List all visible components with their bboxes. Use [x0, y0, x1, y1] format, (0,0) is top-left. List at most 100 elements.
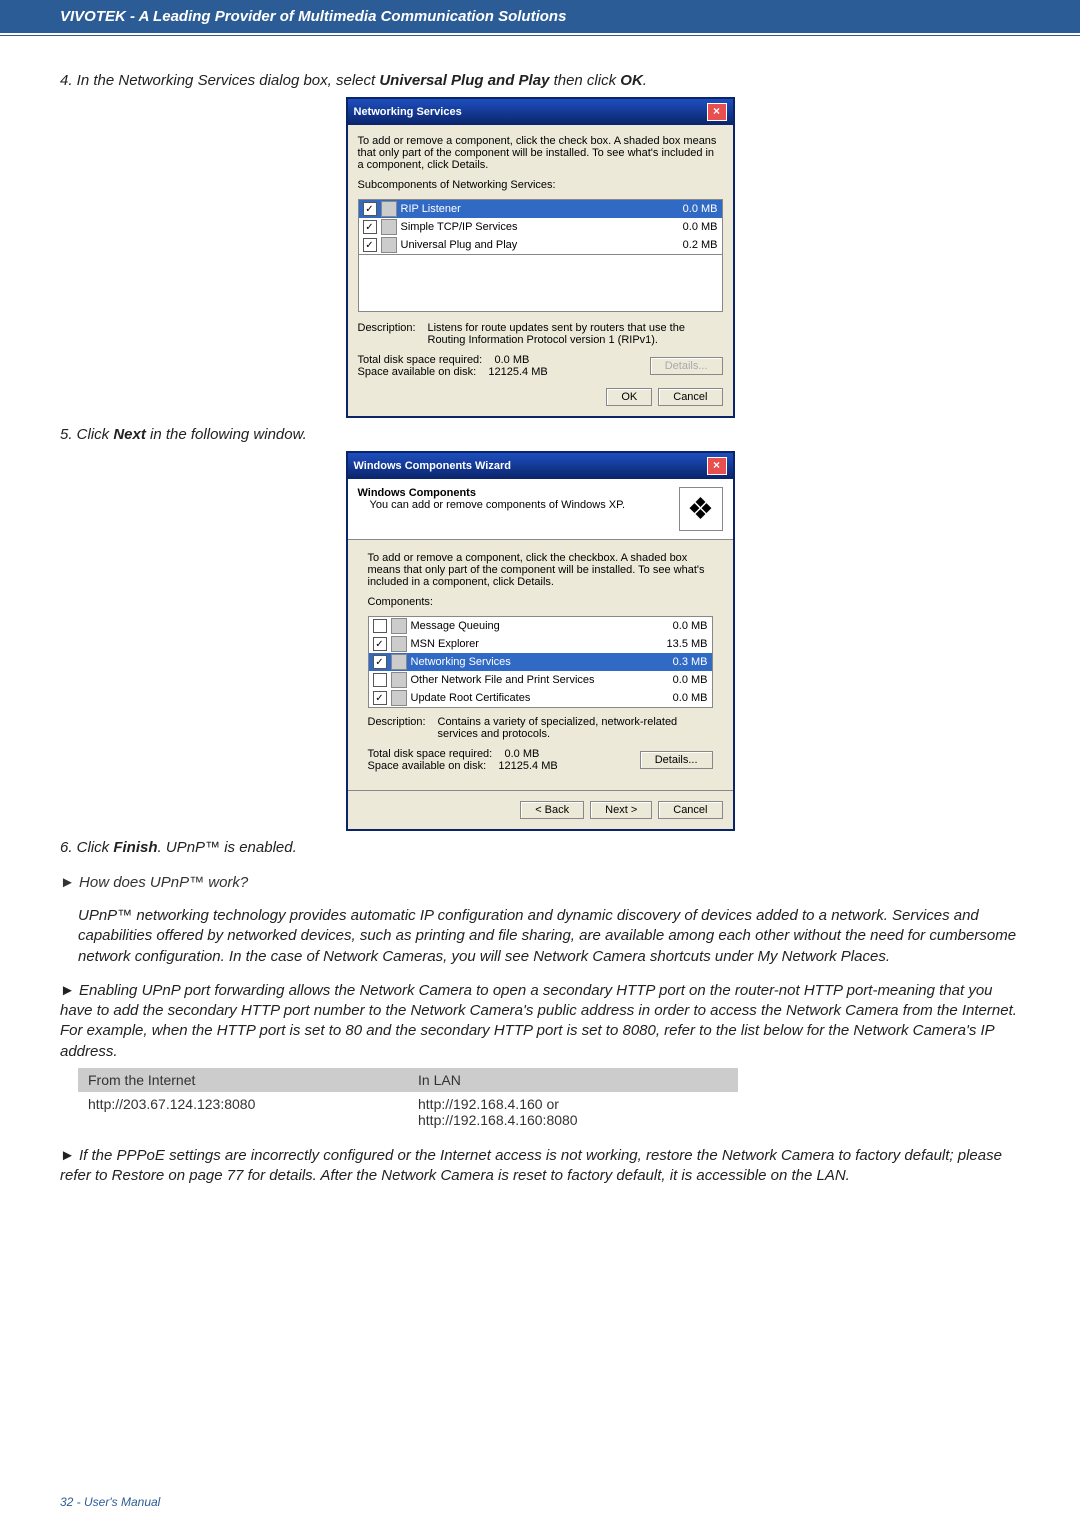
list-item-size: 0.0 MB [663, 203, 718, 215]
wizard-intro: To add or remove a component, click the … [368, 552, 713, 588]
step5-text: 5. Click Next in the following window. [60, 426, 1020, 443]
component-icon [381, 219, 397, 235]
networking-services-dialog: Networking Services × To add or remove a… [346, 97, 735, 418]
component-icon [381, 237, 397, 253]
component-icon [391, 636, 407, 652]
list-item[interactable]: ✓ Update Root Certificates 0.0 MB [369, 689, 712, 707]
td-internet: http://203.67.124.123:8080 [78, 1092, 408, 1132]
windows-components-wizard-dialog: Windows Components Wizard × ❖ Windows Co… [346, 451, 735, 831]
back-button[interactable]: < Back [520, 801, 584, 819]
listbox-empty-area [358, 255, 723, 312]
disk-req-block: Total disk space required: 0.0 MB Space … [368, 748, 558, 772]
dialog-title-text: Networking Services [354, 106, 462, 118]
step5-suf: in the following window. [146, 426, 307, 443]
components-label: Components: [368, 596, 713, 608]
checkbox-icon[interactable]: ✓ [373, 655, 387, 669]
step4-text: 4. In the Networking Services dialog box… [60, 72, 1020, 89]
dialog-intro: To add or remove a component, click the … [358, 135, 723, 171]
list-item-size: 13.5 MB [653, 638, 708, 650]
component-icon [381, 201, 397, 217]
list-item-size: 0.3 MB [653, 656, 708, 668]
description-row: Description: Listens for route updates s… [358, 322, 723, 346]
avail-label: Space available on disk: [358, 366, 477, 378]
step4-bold1: Universal Plug and Play [379, 72, 549, 89]
avail-value: 12125.4 MB [488, 366, 547, 378]
list-item[interactable]: ✓ Universal Plug and Play 0.2 MB [359, 236, 722, 254]
checkbox-icon[interactable] [373, 619, 387, 633]
page-footer: 32 - User's Manual [60, 1495, 160, 1509]
checkbox-icon[interactable]: ✓ [363, 220, 377, 234]
component-icon [391, 690, 407, 706]
step4-pre: 4. In the Networking Services dialog box… [60, 72, 379, 89]
list-item-label: Message Queuing [411, 620, 653, 632]
list-item[interactable]: ✓ MSN Explorer 13.5 MB [369, 635, 712, 653]
step4-suf: . [643, 72, 647, 89]
description-text: Contains a variety of specialized, netwo… [438, 716, 713, 740]
list-item-label: MSN Explorer [411, 638, 653, 650]
content: 4. In the Networking Services dialog box… [0, 36, 1080, 1186]
howto-heading: ► How does UPnP™ work? [60, 874, 1020, 891]
disk-space-row: Total disk space required: 0.0 MB Space … [368, 748, 713, 772]
page: VIVOTEK - A Leading Provider of Multimed… [0, 0, 1080, 1527]
list-item-label: Simple TCP/IP Services [401, 221, 663, 233]
component-icon [391, 654, 407, 670]
wizard-header-title: Windows Components [358, 487, 723, 499]
step4-mid: then click [549, 72, 620, 89]
address-table: From the Internet In LAN http://203.67.1… [78, 1068, 738, 1132]
checkbox-icon[interactable] [373, 673, 387, 687]
list-item-label: Update Root Certificates [411, 692, 653, 704]
req-label: Total disk space required: [358, 354, 483, 366]
divider [348, 790, 733, 791]
description-text: Listens for route updates sent by router… [428, 322, 723, 346]
header-title: VIVOTEK - A Leading Provider of Multimed… [60, 8, 566, 25]
close-icon[interactable]: × [707, 457, 727, 475]
checkbox-icon[interactable]: ✓ [373, 637, 387, 651]
step4-bold2: OK [620, 72, 643, 89]
step5-pre: 5. Click [60, 426, 113, 443]
wizard-body: To add or remove a component, click the … [348, 540, 733, 784]
details-button[interactable]: Details... [640, 751, 713, 769]
subcomponents-label: Subcomponents of Networking Services: [358, 179, 723, 191]
th-lan: In LAN [408, 1068, 738, 1092]
list-item-size: 0.2 MB [663, 239, 718, 251]
wizard-icon: ❖ [679, 487, 723, 531]
list-item-label: Universal Plug and Play [401, 239, 663, 251]
req-label: Total disk space required: [368, 748, 493, 760]
dialog-title-text: Windows Components Wizard [354, 460, 511, 472]
close-icon[interactable]: × [707, 103, 727, 121]
list-item-label: Networking Services [411, 656, 653, 668]
checkbox-icon[interactable]: ✓ [363, 202, 377, 216]
wizard-header: ❖ Windows Components You can add or remo… [348, 479, 733, 540]
list-item-size: 0.0 MB [653, 620, 708, 632]
components-listbox: Message Queuing 0.0 MB ✓ MSN Explorer 13… [368, 616, 713, 708]
description-label: Description: [368, 716, 438, 740]
list-item-label: Other Network File and Print Services [411, 674, 653, 686]
step6-text: 6. Click Finish. UPnP™ is enabled. [60, 839, 1020, 856]
list-item-label: RIP Listener [401, 203, 663, 215]
disk-req-block: Total disk space required: 0.0 MB Space … [358, 354, 548, 378]
pppoe-body: ► If the PPPoE settings are incorrectly … [60, 1146, 1020, 1187]
howto-body: UPnP™ networking technology provides aut… [78, 906, 1020, 967]
list-item[interactable]: ✓ RIP Listener 0.0 MB [359, 200, 722, 218]
list-item[interactable]: Message Queuing 0.0 MB [369, 617, 712, 635]
list-item[interactable]: ✓ Networking Services 0.3 MB [369, 653, 712, 671]
component-icon [391, 672, 407, 688]
list-item[interactable]: ✓ Simple TCP/IP Services 0.0 MB [359, 218, 722, 236]
cancel-button[interactable]: Cancel [658, 388, 722, 406]
dialog-button-bar: OK Cancel [358, 388, 723, 406]
port-forwarding-body: ► Enabling UPnP port forwarding allows t… [60, 981, 1020, 1062]
dialog-body: To add or remove a component, click the … [348, 125, 733, 416]
cancel-button[interactable]: Cancel [658, 801, 722, 819]
th-internet: From the Internet [78, 1068, 408, 1092]
details-button[interactable]: Details... [650, 357, 723, 375]
component-icon [391, 618, 407, 634]
avail-value: 12125.4 MB [498, 760, 557, 772]
description-label: Description: [358, 322, 428, 346]
list-item[interactable]: Other Network File and Print Services 0.… [369, 671, 712, 689]
next-button[interactable]: Next > [590, 801, 652, 819]
checkbox-icon[interactable]: ✓ [373, 691, 387, 705]
step5-bold: Next [113, 426, 146, 443]
checkbox-icon[interactable]: ✓ [363, 238, 377, 252]
ok-button[interactable]: OK [606, 388, 652, 406]
req-value: 0.0 MB [494, 354, 529, 366]
